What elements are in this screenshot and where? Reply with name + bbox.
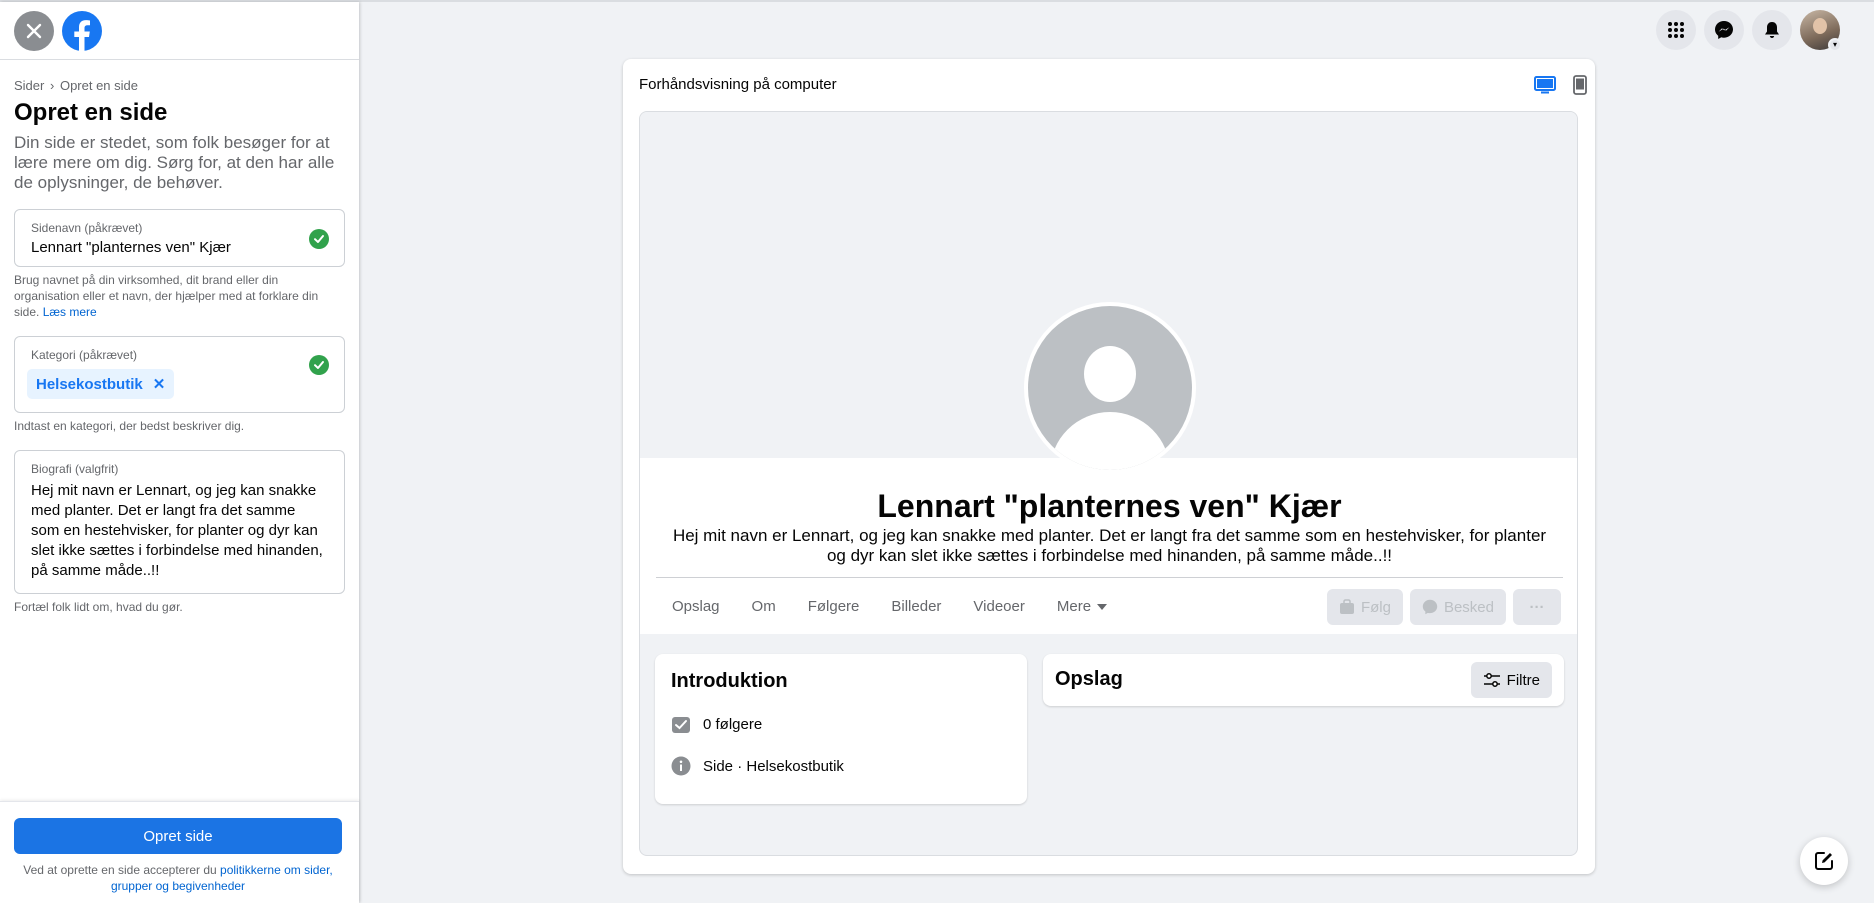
menu-grid-icon <box>1668 22 1684 38</box>
chevron-down-icon: ▾ <box>1828 38 1842 52</box>
tab-videoer[interactable]: Videoer <box>957 584 1040 629</box>
followers-row: 0 følgere <box>671 714 762 734</box>
bio-help: Fortæl folk lidt om, hvad du gør. <box>14 600 183 614</box>
bio-label: Biografi (valgfrit) <box>31 462 119 476</box>
category-chip: Helsekostbutik ✕ <box>27 369 175 399</box>
filter-label: Filtre <box>1506 671 1540 689</box>
notifications-button[interactable] <box>1752 10 1792 50</box>
message-button[interactable]: Besked <box>1409 589 1506 625</box>
bell-icon <box>1765 22 1779 38</box>
desktop-view-button[interactable] <box>1532 73 1558 97</box>
preview-page-name: Lennart "planternes ven" Kjær <box>877 488 1342 524</box>
account-menu[interactable]: ▾ <box>1800 10 1842 52</box>
page-type-label: Side <box>703 757 734 775</box>
terms-text: Ved at oprette en side accepterer du pol… <box>14 862 342 894</box>
bio-field[interactable]: Biografi (valgfrit) Hej mit navn er Lenn… <box>14 450 345 594</box>
read-more-link[interactable]: Læs mere <box>43 305 97 319</box>
follow-label: Følg <box>1360 598 1391 616</box>
caret-down-icon <box>1097 603 1108 610</box>
page-name-label: Sidenavn (påkrævet) <box>31 221 143 235</box>
page-name-value[interactable]: Lennart "planternes ven" Kjær <box>31 239 231 256</box>
category-label: Kategori (påkrævet) <box>31 348 138 362</box>
preview-title: Forhåndsvisning på computer <box>639 76 837 93</box>
page-name-field[interactable]: Sidenavn (påkrævet) Lennart "planternes … <box>14 209 345 267</box>
bio-textarea[interactable]: Hej mit navn er Lennart, og jeg kan snak… <box>31 481 326 581</box>
sidebar-footer: Opret side Ved at oprette en side accept… <box>0 801 359 903</box>
page-type-value: Helsekostbutik <box>746 757 844 775</box>
page-type-sep: · <box>733 757 747 775</box>
top-nav-icons: ▾ <box>1656 10 1842 52</box>
menu-button[interactable] <box>1656 10 1696 50</box>
profile-picture <box>1024 302 1196 474</box>
remove-category-icon[interactable]: ✕ <box>153 375 166 393</box>
compose-icon <box>1815 852 1833 870</box>
page-name-help: Brug navnet på din virksomhed, dit brand… <box>14 272 345 320</box>
message-label: Besked <box>1443 598 1494 616</box>
more-dots-icon: ··· <box>1529 598 1545 616</box>
tab-opslag[interactable]: Opslag <box>656 584 736 629</box>
close-button[interactable] <box>14 10 54 51</box>
preview-page-bio: Hej mit navn er Lennart, og jeg kan snak… <box>672 526 1547 565</box>
tab-mere-label: Mere <box>1056 598 1092 615</box>
breadcrumb-current: Opret en side <box>59 78 138 93</box>
category-chip-label: Helsekostbutik <box>36 375 143 393</box>
messenger-icon <box>1715 21 1733 39</box>
category-valid-check-icon <box>309 355 329 375</box>
follow-button[interactable]: Følg <box>1326 589 1403 625</box>
category-field[interactable]: Kategori (påkrævet) Helsekostbutik ✕ <box>14 336 345 413</box>
tab-mere[interactable]: Mere <box>1041 584 1123 629</box>
page-type-row: Side · Helsekostbutik <box>671 756 844 776</box>
tab-om[interactable]: Om <box>736 584 792 629</box>
follow-icon <box>1339 599 1354 614</box>
create-page-sidebar: Sider › Opret en side Opret en side Din … <box>0 2 359 903</box>
messenger-button[interactable] <box>1704 10 1744 50</box>
page-action-buttons: Følg Besked ··· <box>1326 589 1561 625</box>
page-description: Din side er stedet, som folk besøger for… <box>14 133 335 192</box>
info-icon <box>671 756 691 776</box>
filter-icon <box>1483 673 1500 687</box>
tab-billeder[interactable]: Billeder <box>875 584 957 629</box>
followers-count: 0 følgere <box>703 715 763 733</box>
terms-prefix: Ved at oprette en side accepterer du <box>23 863 221 877</box>
category-help: Indtast en kategori, der bedst beskriver… <box>14 419 245 433</box>
messenger-icon <box>1422 599 1438 615</box>
default-avatar-icon <box>1028 306 1192 470</box>
tab-folgere[interactable]: Følgere <box>792 584 876 629</box>
intro-title: Introduktion <box>671 670 788 692</box>
name-valid-check-icon <box>309 229 329 249</box>
facebook-logo-icon[interactable] <box>62 10 102 51</box>
page-tabs: Opslag Om Følgere Billeder Videoer Mere <box>656 584 1123 629</box>
create-page-button[interactable]: Opret side <box>14 818 342 854</box>
breadcrumb: Sider › Opret en side <box>14 78 345 93</box>
divider <box>656 577 1563 578</box>
posts-title: Opslag <box>1055 668 1123 690</box>
sidebar-header <box>0 2 359 60</box>
filter-button[interactable]: Filtre <box>1470 662 1552 698</box>
breadcrumb-root[interactable]: Sider <box>14 78 44 93</box>
mobile-icon <box>1573 75 1587 95</box>
posts-card: Opslag Filtre <box>1043 654 1564 706</box>
intro-card: Introduktion 0 følgere Side · Helsekostb… <box>655 654 1027 804</box>
new-message-button[interactable] <box>1800 837 1848 885</box>
desktop-icon <box>1534 76 1556 94</box>
close-icon <box>26 23 42 38</box>
page-title: Opret en side <box>14 99 168 126</box>
mobile-view-button[interactable] <box>1567 73 1593 97</box>
desktop-preview-panel: Forhåndsvisning på computer Lennart "pla… <box>623 59 1595 874</box>
breadcrumb-separator: › <box>49 78 55 93</box>
followers-check-icon <box>672 717 690 733</box>
page-preview: Lennart "planternes ven" Kjær Hej mit na… <box>639 111 1578 856</box>
more-actions-button[interactable]: ··· <box>1513 589 1561 625</box>
